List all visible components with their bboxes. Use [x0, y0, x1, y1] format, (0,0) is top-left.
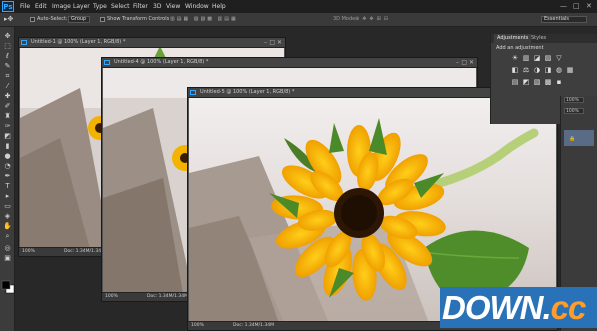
menu-select[interactable]: Select [111, 0, 130, 13]
show-transform-checkbox[interactable] [100, 17, 105, 22]
history-brush-icon[interactable]: ✑ [3, 123, 12, 130]
pen-icon[interactable]: ✒ [3, 173, 12, 180]
move-tool-icon[interactable]: ▸✥ [4, 13, 13, 26]
menu-type[interactable]: Type [93, 0, 107, 13]
move-icon[interactable]: ✥ [3, 33, 12, 40]
color-lookup-icon[interactable]: ▦ [566, 67, 574, 74]
menu-3d[interactable]: 3D [153, 0, 161, 13]
path-select-icon[interactable]: ▸ [3, 193, 12, 200]
close-icon[interactable]: ✕ [469, 58, 474, 67]
watermark-logo: DOWN.cc [440, 287, 597, 328]
invert-icon[interactable]: ▤ [511, 79, 519, 86]
menu-view[interactable]: View [166, 0, 180, 13]
panel-tabs: Adjustments Styles [491, 34, 597, 43]
stamp-icon[interactable]: ♜ [3, 113, 12, 120]
exposure-icon[interactable]: ▨ [544, 55, 552, 62]
threshold-icon[interactable]: ▧ [533, 79, 541, 86]
document-tab[interactable]: Untitled-4 @ 100% (Layer 1, RGB/8) * – □… [102, 58, 477, 68]
show-transform-label: Show Transform Controls [107, 16, 170, 22]
eyedropper-icon[interactable]: ⁄ [3, 83, 12, 90]
menu-help[interactable]: Help [212, 0, 226, 13]
options-bar: ▸✥ Auto-Select: Group Show Transform Con… [0, 13, 597, 27]
ps-doc-icon [104, 60, 110, 65]
menu-window[interactable]: Window [185, 0, 209, 13]
opacity-field[interactable]: 100% [564, 97, 584, 103]
close-icon[interactable]: ✕ [277, 38, 282, 47]
align-icons[interactable]: ▥▤▦ ▧▨▩ ▥▤▦ [170, 13, 238, 26]
posterize-icon[interactable]: ◩ [522, 79, 530, 86]
document-title: Untitled-1 @ 100% (Layer 1, RGB/8) * [31, 39, 126, 45]
gradient-map-icon[interactable]: ▩ [544, 79, 552, 86]
dodge-icon[interactable]: ◔ [3, 163, 12, 170]
color-balance-icon[interactable]: ⚖ [522, 67, 530, 74]
minimize-icon[interactable]: – [456, 58, 459, 67]
zoom-level[interactable]: 100% [22, 248, 35, 256]
curves-icon[interactable]: ◪ [533, 55, 541, 62]
fill-field[interactable]: 100% [564, 108, 584, 114]
auto-select-checkbox[interactable] [30, 17, 35, 22]
lock-icon: 🔒 [569, 136, 576, 142]
auto-select-label: Auto-Select: [37, 16, 68, 22]
minimize-icon[interactable]: – [264, 38, 267, 47]
photo-filter-icon[interactable]: ◨ [544, 67, 552, 74]
zoom-icon[interactable]: ⌕ [3, 233, 12, 240]
gradient-icon[interactable]: ▮ [3, 143, 12, 150]
hand-icon[interactable]: ✋ [3, 223, 12, 230]
levels-icon[interactable]: ▥ [522, 55, 530, 62]
doc-size[interactable]: Doc: 1.34M/1.34M [147, 293, 188, 301]
hue-sat-icon[interactable]: ◧ [511, 67, 519, 74]
3d-icon[interactable]: ◈ [3, 213, 12, 220]
tab-adjustments[interactable]: Adjustments [494, 34, 532, 43]
color-swatches[interactable] [1, 280, 15, 294]
quick-select-icon[interactable]: ✎ [3, 63, 12, 70]
photoshop-logo: Ps [2, 1, 14, 12]
healing-icon[interactable]: ✚ [3, 93, 12, 100]
screen-mode-icon[interactable]: ▣ [3, 255, 12, 262]
3d-mode-label: 3D Mode: [333, 16, 357, 22]
menu-filter[interactable]: Filter [133, 0, 148, 13]
mask-icon[interactable]: ◎ [3, 245, 12, 252]
selective-color-icon[interactable]: ▪ [555, 79, 563, 86]
blur-icon[interactable]: ● [3, 153, 12, 160]
ps-doc-icon [21, 40, 27, 45]
type-icon[interactable]: T [3, 183, 12, 190]
zoom-level[interactable]: 100% [105, 293, 118, 301]
marquee-icon[interactable]: ⬚ [3, 43, 12, 50]
panel-hint: Add an adjustment [496, 45, 544, 51]
auto-select-dropdown[interactable]: Group [68, 16, 90, 23]
minimize-icon[interactable]: — [560, 2, 567, 11]
channel-mixer-icon[interactable]: ◍ [555, 67, 563, 74]
menu-bar: Ps File Edit Image Layer Type Select Fil… [0, 0, 597, 13]
document-title: Untitled-4 @ 100% (Layer 1, RGB/8) * [114, 59, 209, 65]
eraser-icon[interactable]: ◩ [3, 133, 12, 140]
workspace-dropdown[interactable]: Essentials [541, 16, 587, 23]
menu-layer[interactable]: Layer [73, 0, 90, 13]
brightness-icon[interactable]: ☀ [511, 55, 519, 62]
ps-doc-icon [190, 90, 196, 95]
crop-icon[interactable]: ⌗ [3, 73, 12, 80]
maximize-icon[interactable]: □ [573, 2, 580, 11]
maximize-icon[interactable]: □ [269, 38, 275, 47]
watermark-text: DOWN.cc [442, 289, 586, 326]
menu-image[interactable]: Image [52, 0, 71, 13]
maximize-icon[interactable]: □ [461, 58, 467, 67]
menu-file[interactable]: File [20, 0, 30, 13]
doc-size[interactable]: Doc: 1.34M/1.34M [233, 322, 274, 330]
doc-size[interactable]: Doc: 1.34M/1.34M [64, 248, 105, 256]
close-icon[interactable]: ✕ [586, 2, 592, 11]
lasso-icon[interactable]: ℓ [3, 53, 12, 60]
shape-icon[interactable]: ▭ [3, 203, 12, 210]
3d-mode-icons[interactable]: ⊕✥✥⊞⊟ [355, 13, 391, 26]
document-title: Untitled-5 @ 100% (Layer 1, RGB/8) * [200, 89, 295, 95]
vibrance-icon[interactable]: ▽ [555, 55, 563, 62]
document-tab[interactable]: Untitled-1 @ 100% (Layer 1, RGB/8) * – □… [19, 38, 285, 48]
black-white-icon[interactable]: ◑ [533, 67, 541, 74]
menu-edit[interactable]: Edit [35, 0, 47, 13]
brush-icon[interactable]: ✐ [3, 103, 12, 110]
zoom-level[interactable]: 100% [191, 322, 204, 330]
tab-styles[interactable]: Styles [531, 34, 546, 43]
